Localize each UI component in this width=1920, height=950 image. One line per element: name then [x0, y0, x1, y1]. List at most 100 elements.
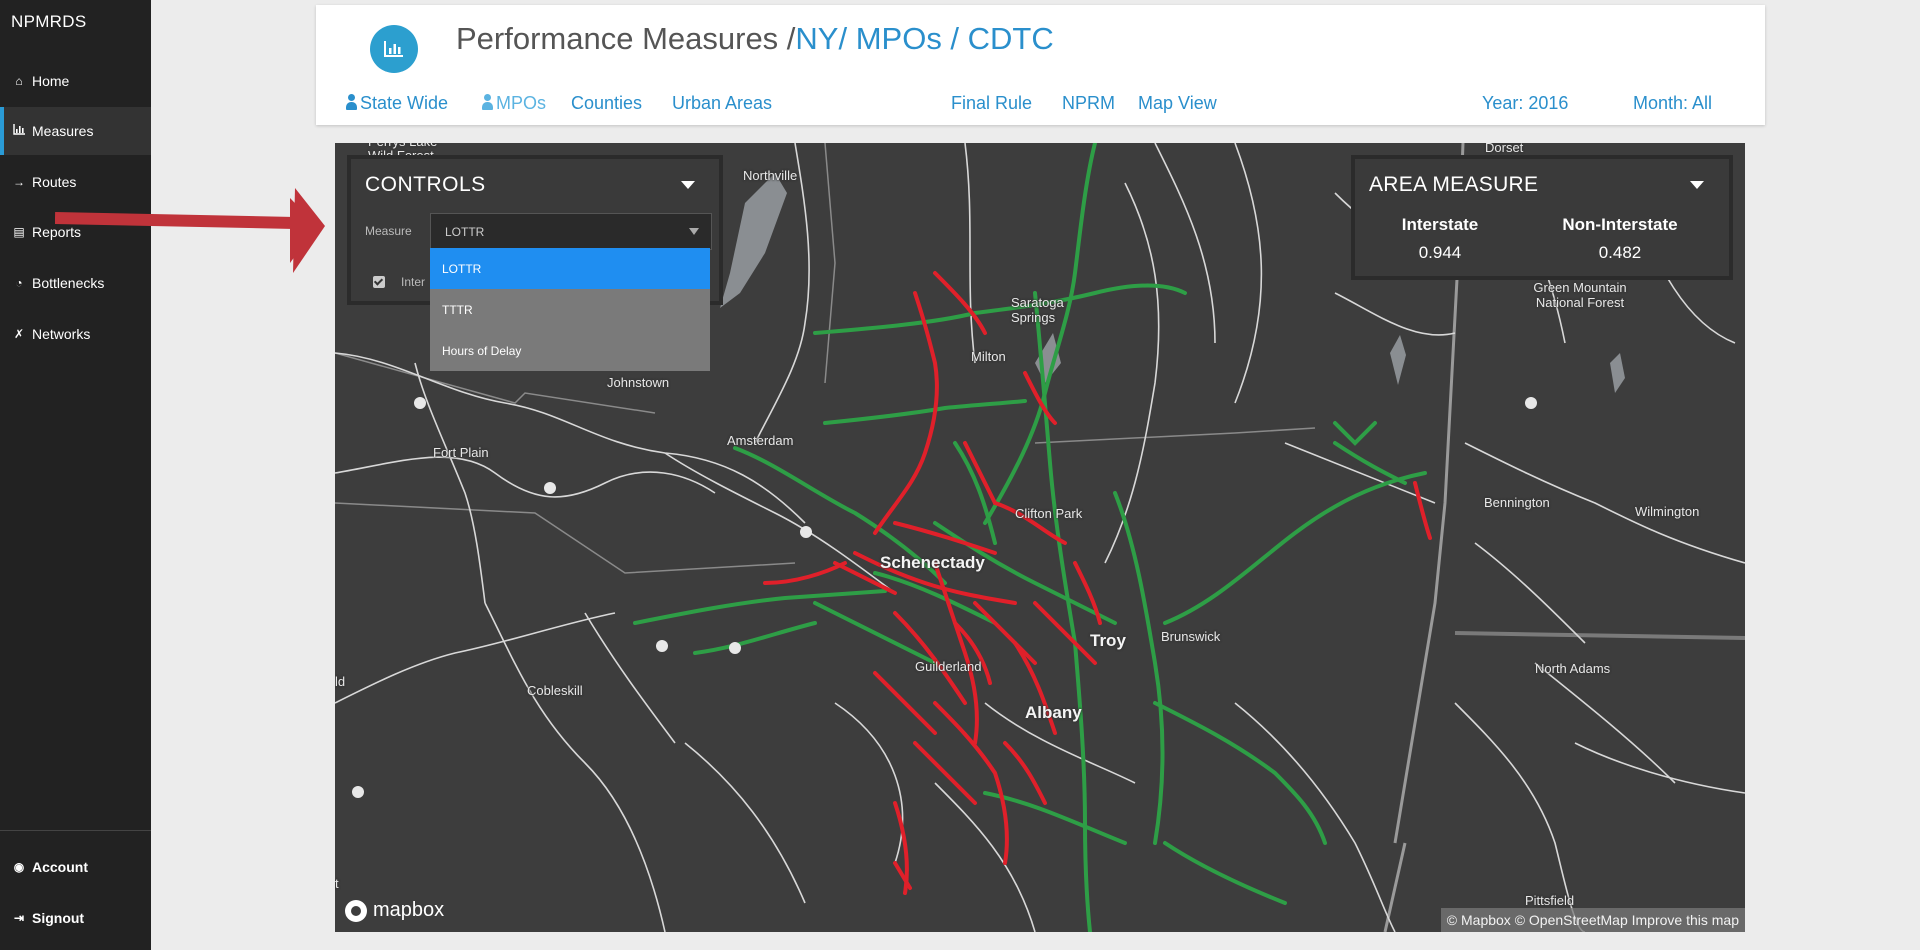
year-selector[interactable]: Year: 2016 — [1482, 93, 1568, 114]
sidebar-item-networks[interactable]: ✗ Networks — [0, 310, 151, 358]
file-icon: ▤ — [13, 225, 25, 239]
tab-mpos[interactable]: MPOs — [482, 93, 546, 114]
place-label: North Adams — [1535, 661, 1611, 676]
sidebar-item-signout[interactable]: ⇥ Signout — [0, 894, 151, 942]
road-shield — [800, 526, 812, 538]
place-label: Bennington — [1484, 495, 1550, 510]
place-label: Wilmington — [1635, 504, 1700, 519]
collapse-caret-icon[interactable] — [1690, 181, 1704, 189]
arrow-right-icon: → — [13, 175, 25, 189]
mapbox-logo-text: mapbox — [373, 899, 445, 921]
place-label: Fort Plain — [433, 445, 489, 460]
road-shield — [544, 482, 556, 494]
sidebar-item-measures[interactable]: Measures — [0, 107, 151, 155]
interstate-measure: Interstate 0.944 — [1355, 215, 1525, 263]
sidebar-item-label: Signout — [32, 910, 85, 926]
tab-label: State Wide — [360, 93, 449, 113]
app-brand: NPMRDS — [11, 12, 87, 31]
road-shield — [352, 786, 364, 798]
county-boundary — [335, 502, 796, 574]
place-label: Saratoga Springs — [1011, 295, 1064, 325]
road-shield — [414, 397, 426, 409]
page-title: Performance Measures /NY/ MPOs / CDTC — [456, 21, 1054, 57]
interstate-checkbox-label: Inter — [401, 275, 426, 289]
measure-select[interactable]: LOTTR — [430, 213, 712, 250]
place-label: Green Mountain National Forest — [1533, 280, 1627, 310]
noninterstate-label: Non-Interstate — [1562, 215, 1678, 234]
sidebar-item-home[interactable]: ⌂ Home — [0, 57, 151, 105]
measure-label: Measure — [365, 224, 412, 238]
map-attribution[interactable]: © Mapbox © OpenStreetMap Improve this ma… — [1440, 908, 1745, 932]
sidebar-divider — [0, 830, 151, 831]
place-label: Cobleskill — [527, 683, 583, 698]
controls-title: CONTROLS — [365, 173, 486, 196]
tab-urban-areas[interactable]: Urban Areas — [672, 93, 772, 114]
lake-shape — [1610, 353, 1625, 393]
dashboard-icon: ◔ — [15, 276, 23, 290]
area-measure-panel: AREA MEASURE Interstate 0.944 Non-Inters… — [1351, 155, 1733, 280]
tab-label: Map View — [1138, 93, 1217, 113]
place-label: Milton — [971, 349, 1006, 364]
place-label: t — [335, 876, 339, 891]
user-icon — [482, 94, 493, 110]
measure-select-value: LOTTR — [445, 224, 485, 239]
road-segments-unreliable — [763, 271, 1432, 895]
state-boundary — [1454, 631, 1745, 640]
interstate-value: 0.944 — [1418, 243, 1462, 262]
sign-out-icon: ⇥ — [13, 911, 25, 925]
month-selector[interactable]: Month: All — [1633, 93, 1712, 114]
shuffle-icon: ✗ — [13, 327, 25, 341]
noninterstate-value: 0.482 — [1598, 243, 1642, 262]
area-measure-title: AREA MEASURE — [1369, 173, 1539, 196]
sidebar-item-account[interactable]: ◉ Account — [0, 843, 151, 891]
bar-chart-logo-icon — [370, 25, 418, 73]
noninterstate-measure: Non-Interstate 0.482 — [1535, 215, 1705, 263]
tab-nprm[interactable]: NPRM — [1062, 93, 1115, 114]
sidebar-item-label: Home — [32, 73, 70, 89]
tab-label: Counties — [571, 93, 643, 113]
chevron-down-icon — [689, 228, 699, 235]
sidebar: NPMRDS ⌂ Home Measures → Routes ▤ Report… — [0, 0, 151, 950]
mapbox-icon — [345, 899, 367, 922]
tab-state-wide[interactable]: State Wide — [346, 93, 448, 114]
lake-shape — [720, 173, 787, 308]
place-label: Troy — [1090, 631, 1126, 650]
place-label: Schenectady — [880, 553, 985, 572]
road-shield — [729, 642, 741, 654]
place-label: Pittsfield — [1525, 893, 1575, 908]
sidebar-item-label: Measures — [32, 123, 94, 139]
place-label: Clifton Park — [1015, 506, 1083, 521]
interstate-checkbox[interactable] — [373, 276, 385, 288]
place-label: Amsterdam — [727, 433, 794, 448]
place-label: Johnstown — [607, 375, 670, 390]
breadcrumb[interactable]: NY/ MPOs / CDTC — [795, 21, 1053, 56]
sidebar-item-label: Account — [32, 859, 88, 875]
user-icon — [346, 94, 357, 110]
road-shield — [1525, 397, 1537, 409]
place-label: Brunswick — [1161, 629, 1221, 644]
annotation-arrow — [55, 188, 325, 273]
home-icon: ⌂ — [15, 74, 23, 88]
measure-option-tttr[interactable]: TTTR — [430, 289, 710, 330]
measure-option-hours-of-delay[interactable]: Hours of Delay — [430, 330, 710, 371]
place-label: Dorset — [1485, 143, 1524, 155]
measure-dropdown-menu: LOTTR TTTR Hours of Delay — [430, 248, 710, 371]
lake-shape — [1390, 335, 1406, 385]
sidebar-item-label: Networks — [32, 326, 91, 342]
tab-counties[interactable]: Counties — [571, 93, 642, 114]
measure-option-lottr[interactable]: LOTTR — [430, 248, 710, 289]
mapbox-logo[interactable]: mapbox — [345, 899, 444, 922]
page-title-main: Performance Measures / — [456, 21, 796, 56]
tab-final-rule[interactable]: Final Rule — [951, 93, 1032, 114]
page-header: Performance Measures /NY/ MPOs / CDTC St… — [316, 5, 1765, 125]
place-label: Guilderland — [915, 659, 982, 674]
place-label: ld — [335, 674, 346, 689]
county-boundary — [1034, 427, 1316, 444]
tab-map-view[interactable]: Map View — [1138, 93, 1217, 114]
county-boundary — [824, 143, 836, 384]
user-circle-icon: ◉ — [13, 860, 25, 874]
collapse-caret-icon[interactable] — [681, 181, 695, 189]
tab-label: NPRM — [1062, 93, 1115, 113]
tab-label: Final Rule — [951, 93, 1033, 113]
interstate-label: Interstate — [1401, 215, 1479, 234]
